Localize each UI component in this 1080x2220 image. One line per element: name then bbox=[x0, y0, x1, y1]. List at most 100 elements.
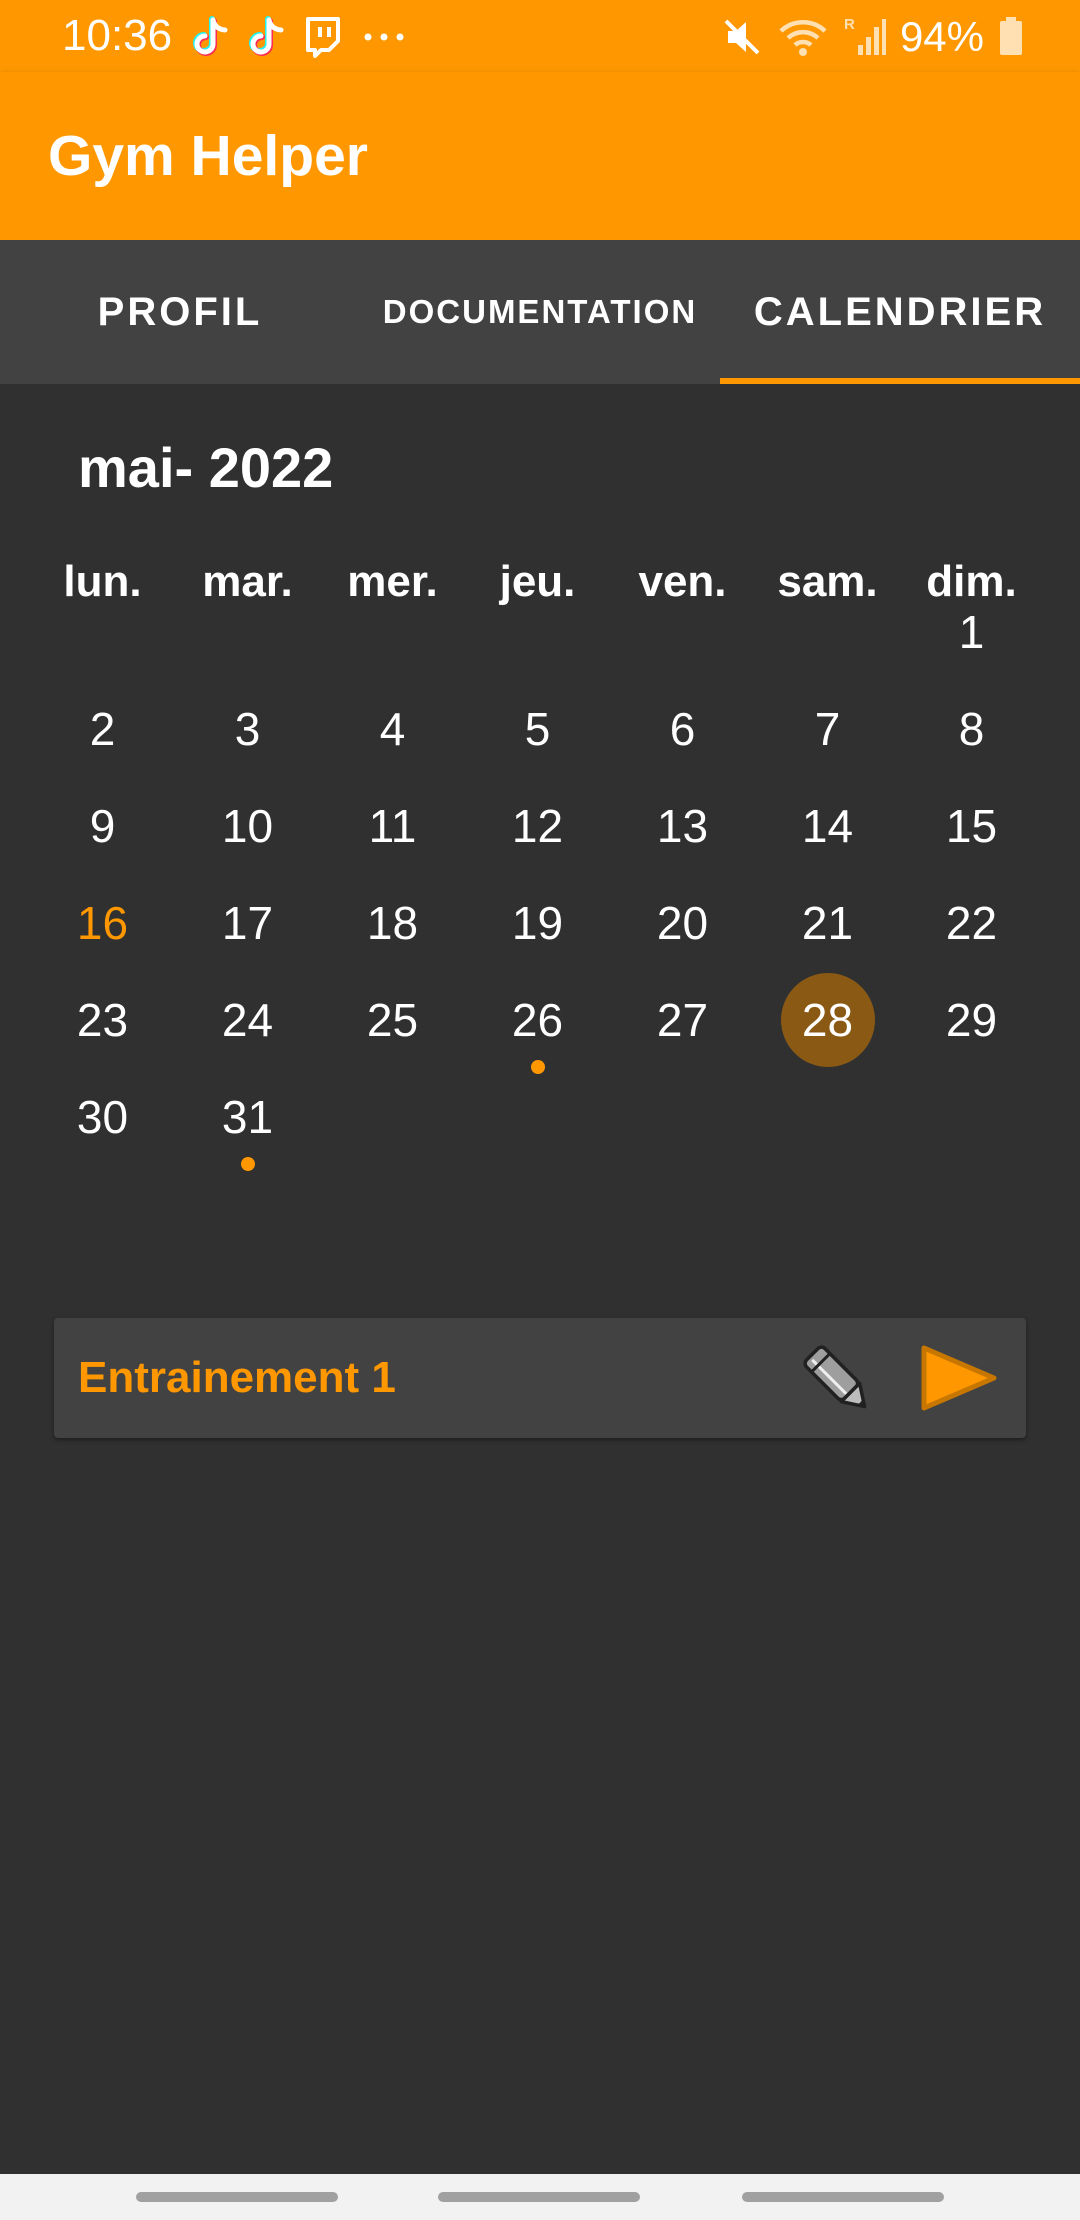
calendar-day[interactable]: 23 bbox=[30, 972, 175, 1068]
calendar-day-number: 24 bbox=[221, 994, 274, 1046]
nav-back-button[interactable] bbox=[742, 2192, 944, 2202]
calendar-day[interactable]: 4 bbox=[320, 681, 465, 777]
calendar-day[interactable]: 24 bbox=[175, 972, 320, 1068]
calendar-day[interactable]: 14 bbox=[755, 778, 900, 874]
calendar-day[interactable]: 2 bbox=[30, 681, 175, 777]
calendar-day[interactable]: 21 bbox=[755, 875, 900, 971]
calendar-day[interactable]: 18 bbox=[320, 875, 465, 971]
calendar-day-number: 4 bbox=[379, 703, 406, 755]
weekday-header: sam. bbox=[777, 557, 878, 606]
calendar-day-number: 3 bbox=[234, 703, 261, 755]
navigation-bar bbox=[0, 2174, 1080, 2220]
calendar-day-number: 9 bbox=[89, 800, 116, 852]
calendar-day-number: 6 bbox=[669, 703, 696, 755]
calendar-day-number: 29 bbox=[945, 994, 998, 1046]
calendar-day[interactable]: 30 bbox=[30, 1069, 175, 1165]
calendar-day[interactable]: 20 bbox=[610, 875, 755, 971]
calendar-day[interactable]: 15 bbox=[899, 778, 1044, 874]
calendar-day[interactable]: 29 bbox=[899, 972, 1044, 1068]
calendar-day-number: 23 bbox=[76, 994, 129, 1046]
weekday-header: lun. bbox=[63, 557, 142, 606]
start-workout-button[interactable] bbox=[918, 1342, 1000, 1414]
calendar-day-number: 19 bbox=[511, 897, 564, 949]
calendar-day[interactable]: 27 bbox=[610, 972, 755, 1068]
notification-icons bbox=[190, 14, 412, 60]
calendar-day[interactable]: 11 bbox=[320, 778, 465, 874]
tab-profil[interactable]: PROFIL bbox=[0, 240, 360, 384]
weekday-header: mar. bbox=[202, 557, 293, 606]
play-icon bbox=[921, 1345, 997, 1411]
calendar-day[interactable]: 17 bbox=[175, 875, 320, 971]
calendar-day[interactable]: 8 bbox=[899, 681, 1044, 777]
calendar-day-number: 12 bbox=[511, 800, 564, 852]
calendar-month-title: mai- 2022 bbox=[78, 436, 334, 499]
calendar-day[interactable]: 10 bbox=[175, 778, 320, 874]
signal-icon: R bbox=[844, 16, 886, 55]
calendar-day-number: 18 bbox=[366, 897, 419, 949]
calendar-day[interactable]: 13 bbox=[610, 778, 755, 874]
weekday-header: jeu. bbox=[499, 557, 576, 606]
edit-workout-button[interactable] bbox=[792, 1334, 882, 1424]
calendar-day-number: 20 bbox=[656, 897, 709, 949]
twitch-icon bbox=[306, 17, 340, 58]
calendar-day-number: 1 bbox=[958, 606, 985, 658]
more-dots-icon bbox=[364, 33, 404, 41]
event-indicator-dot bbox=[530, 1060, 545, 1074]
tab-documentation[interactable]: DOCUMENTATION bbox=[360, 240, 720, 384]
calendar-day-number: 10 bbox=[221, 800, 274, 852]
calendar-day-number: 27 bbox=[656, 994, 709, 1046]
calendar-day-number: 5 bbox=[524, 703, 551, 755]
nav-home-button[interactable] bbox=[438, 2192, 640, 2202]
calendar-day-number: 30 bbox=[76, 1091, 129, 1143]
status-time: 10:36 bbox=[62, 11, 173, 60]
workout-card[interactable]: Entrainement 1 bbox=[54, 1318, 1026, 1438]
calendar-day-number: 17 bbox=[221, 897, 274, 949]
calendar-day-selected[interactable]: 28 bbox=[755, 972, 900, 1068]
pencil-icon bbox=[803, 1345, 867, 1409]
calendar-day-number: 13 bbox=[656, 800, 709, 852]
calendar-day-number: 31 bbox=[221, 1091, 274, 1143]
calendar-day-number: 21 bbox=[801, 897, 854, 949]
calendar-day[interactable]: 25 bbox=[320, 972, 465, 1068]
calendar-day[interactable]: 12 bbox=[465, 778, 610, 874]
tab-bar: PROFIL DOCUMENTATION CALENDRIER bbox=[0, 240, 1080, 384]
calendar-day[interactable]: 22 bbox=[899, 875, 1044, 971]
calendar-day[interactable]: 1 bbox=[899, 584, 1044, 680]
app-screen: 10:36 R 94% Gym Helper PROFIL DOCUMENTAT… bbox=[0, 0, 1080, 2220]
tab-calendrier[interactable]: CALENDRIER bbox=[720, 240, 1080, 384]
calendar-day[interactable]: 9 bbox=[30, 778, 175, 874]
calendar-day[interactable]: 26 bbox=[465, 972, 610, 1074]
status-bar: 10:36 R 94% bbox=[0, 0, 1080, 72]
calendar-day[interactable]: 6 bbox=[610, 681, 755, 777]
app-title: Gym Helper bbox=[48, 124, 368, 188]
roaming-label: R bbox=[844, 16, 855, 33]
calendar-day-number: 15 bbox=[945, 800, 998, 852]
calendar-day-number: 26 bbox=[511, 994, 564, 1046]
calendar-day-number: 22 bbox=[945, 897, 998, 949]
calendar-day-number: 2 bbox=[89, 703, 116, 755]
event-indicator-dot bbox=[240, 1157, 255, 1171]
calendar-day-number: 11 bbox=[368, 800, 417, 852]
tiktok-icon bbox=[249, 16, 284, 56]
wifi-icon bbox=[779, 20, 827, 56]
calendar-day[interactable]: 31 bbox=[175, 1069, 320, 1171]
calendar-day-number: 28 bbox=[801, 994, 854, 1046]
calendar-day[interactable]: 3 bbox=[175, 681, 320, 777]
calendar-day-today[interactable]: 16 bbox=[30, 875, 175, 971]
selected-tab-indicator bbox=[720, 378, 1080, 384]
battery-icon bbox=[1000, 17, 1022, 55]
battery-percent: 94% bbox=[899, 13, 984, 60]
tiktok-icon bbox=[193, 16, 228, 56]
calendar-day-number: 8 bbox=[958, 703, 985, 755]
calendar-day[interactable]: 5 bbox=[465, 681, 610, 777]
calendar-day-number: 16 bbox=[76, 897, 129, 949]
app-bar: Gym Helper bbox=[0, 72, 1080, 240]
weekday-header: ven. bbox=[638, 557, 727, 606]
calendar-day-number: 7 bbox=[814, 703, 841, 755]
calendar-day-number: 14 bbox=[801, 800, 854, 852]
mute-icon bbox=[724, 19, 760, 55]
nav-recents-button[interactable] bbox=[136, 2192, 338, 2202]
calendar-day-number: 25 bbox=[366, 994, 419, 1046]
calendar-day[interactable]: 7 bbox=[755, 681, 900, 777]
calendar-day[interactable]: 19 bbox=[465, 875, 610, 971]
